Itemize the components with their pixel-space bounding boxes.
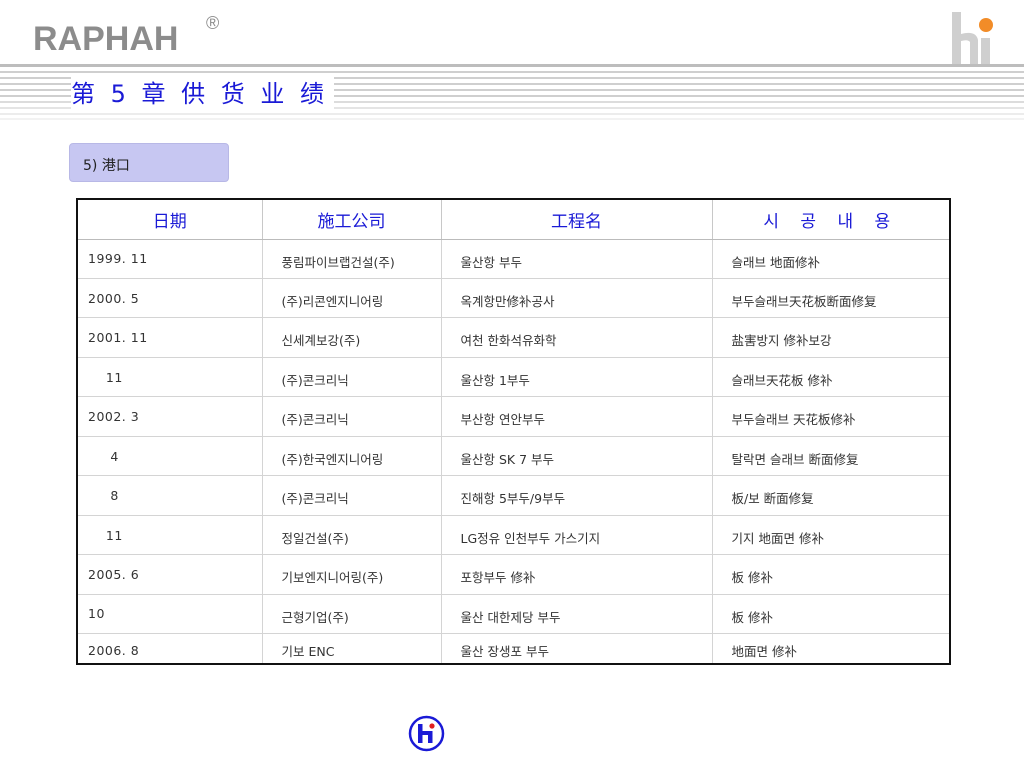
- cell-date: 1999. 11: [76, 238, 263, 279]
- cell-date: 2002. 3: [76, 396, 263, 437]
- cell-date: 11: [76, 356, 263, 398]
- cell-content: 부두슬래브 天花板修补: [711, 396, 951, 437]
- header-project: 工程名: [440, 198, 713, 240]
- table-row: 2006. 8 기보 ENC 울산 장생포 부두 地面면 修补: [76, 633, 951, 665]
- cell-content: 부두슬래브天花板断面修复: [711, 277, 951, 319]
- table-row: 2001. 11 신세계보강(주) 여천 한화석유화학 盐害방지 修补보강: [76, 317, 951, 358]
- section-tab[interactable]: 5) 港口: [69, 143, 229, 182]
- cell-project: 포항부두 修补: [440, 554, 713, 595]
- cell-company: (주)콘크리닉: [261, 356, 442, 398]
- cell-content: 板 修补: [711, 554, 951, 595]
- cell-project: 부산항 연안부두: [440, 396, 713, 437]
- cell-date: 2006. 8: [76, 633, 263, 665]
- table-row: 11 (주)콘크리닉 울산항 1부두 슬래브天花板 修补: [76, 356, 951, 398]
- cell-date: 4: [76, 435, 263, 477]
- cell-company: 풍림파이브랩건설(주): [261, 238, 442, 279]
- registered-mark: ®: [206, 13, 220, 33]
- cell-company: 기보 ENC: [261, 633, 442, 665]
- cell-date: 10: [76, 593, 263, 635]
- cell-content: 板/보 断面修复: [711, 475, 951, 516]
- performance-table: 日期 施工公司 工程名 시 공 내 용 1999. 11 풍림파이브랩건설(주) 울…: [76, 198, 951, 665]
- cell-project: 울산항 1부두: [440, 356, 713, 398]
- hi-round-logo-icon: [408, 715, 445, 752]
- cell-company: (주)한국엔지니어링: [261, 435, 442, 477]
- cell-company: 기보엔지니어링(주): [261, 554, 442, 595]
- table-header-row: 日期 施工公司 工程名 시 공 내 용: [76, 198, 951, 240]
- cell-company: 근형기업(주): [261, 593, 442, 635]
- cell-date: 2000. 5: [76, 277, 263, 319]
- table-row: 2002. 3 (주)콘크리닉 부산항 연안부두 부두슬래브 天花板修补: [76, 396, 951, 437]
- cell-date: 2005. 6: [76, 554, 263, 595]
- section-tab-label: 5) 港口: [83, 158, 130, 174]
- cell-project: 여천 한화석유화학: [440, 317, 713, 358]
- cell-content: 슬래브天花板 修补: [711, 356, 951, 398]
- table-row: 10 근형기업(주) 울산 대한제당 부두 板 修补: [76, 593, 951, 635]
- cell-content: 기지 地面면 修补: [711, 514, 951, 556]
- cell-company: 신세계보강(주): [261, 317, 442, 358]
- cell-project: 진해항 5부두/9부두: [440, 475, 713, 516]
- table-row: 11 정일건설(주) LG정유 인천부두 가스기지 기지 地面면 修补: [76, 514, 951, 556]
- table-row: 4 (주)한국엔지니어링 울산항 SK 7 부두 탈락면 슬래브 断面修复: [76, 435, 951, 477]
- cell-content: 슬래브 地面修补: [711, 238, 951, 279]
- cell-date: 8: [76, 475, 263, 516]
- cell-date: 2001. 11: [76, 317, 263, 358]
- table-row: 8 (주)콘크리닉 진해항 5부두/9부두 板/보 断面修复: [76, 475, 951, 516]
- cell-content: 盐害방지 修补보강: [711, 317, 951, 358]
- table-row: 2000. 5 (주)리콘엔지니어링 옥계항만修补공사 부두슬래브天花板断面修复: [76, 277, 951, 319]
- table-row: 1999. 11 풍림파이브랩건설(주) 울산항 부두 슬래브 地面修补: [76, 238, 951, 279]
- brand-name: RAPHAH: [33, 20, 179, 58]
- cell-content: 탈락면 슬래브 断面修复: [711, 435, 951, 477]
- cell-content: 地面면 修补: [711, 633, 951, 665]
- cell-project: 울산항 SK 7 부두: [440, 435, 713, 477]
- cell-project: 옥계항만修补공사: [440, 277, 713, 319]
- hi-logo-icon: [952, 12, 993, 66]
- header-company: 施工公司: [261, 198, 442, 240]
- cell-date: 11: [76, 514, 263, 556]
- cell-company: (주)콘크리닉: [261, 396, 442, 437]
- cell-project: 울산 대한제당 부두: [440, 593, 713, 635]
- cell-project: 울산 장생포 부두: [440, 633, 713, 665]
- header-content: 시 공 내 용: [711, 198, 951, 240]
- cell-project: LG정유 인천부두 가스기지: [440, 514, 713, 556]
- cell-company: 정일건설(주): [261, 514, 442, 556]
- cell-content: 板 修补: [711, 593, 951, 635]
- header-date: 日期: [76, 198, 263, 240]
- cell-company: (주)콘크리닉: [261, 475, 442, 516]
- page-title: 第 5 章 供 货 业 绩: [71, 74, 335, 109]
- table-row: 2005. 6 기보엔지니어링(주) 포항부두 修补板 修补: [76, 554, 951, 595]
- cell-company: (주)리콘엔지니어링: [261, 277, 442, 319]
- cell-project: 울산항 부두: [440, 238, 713, 279]
